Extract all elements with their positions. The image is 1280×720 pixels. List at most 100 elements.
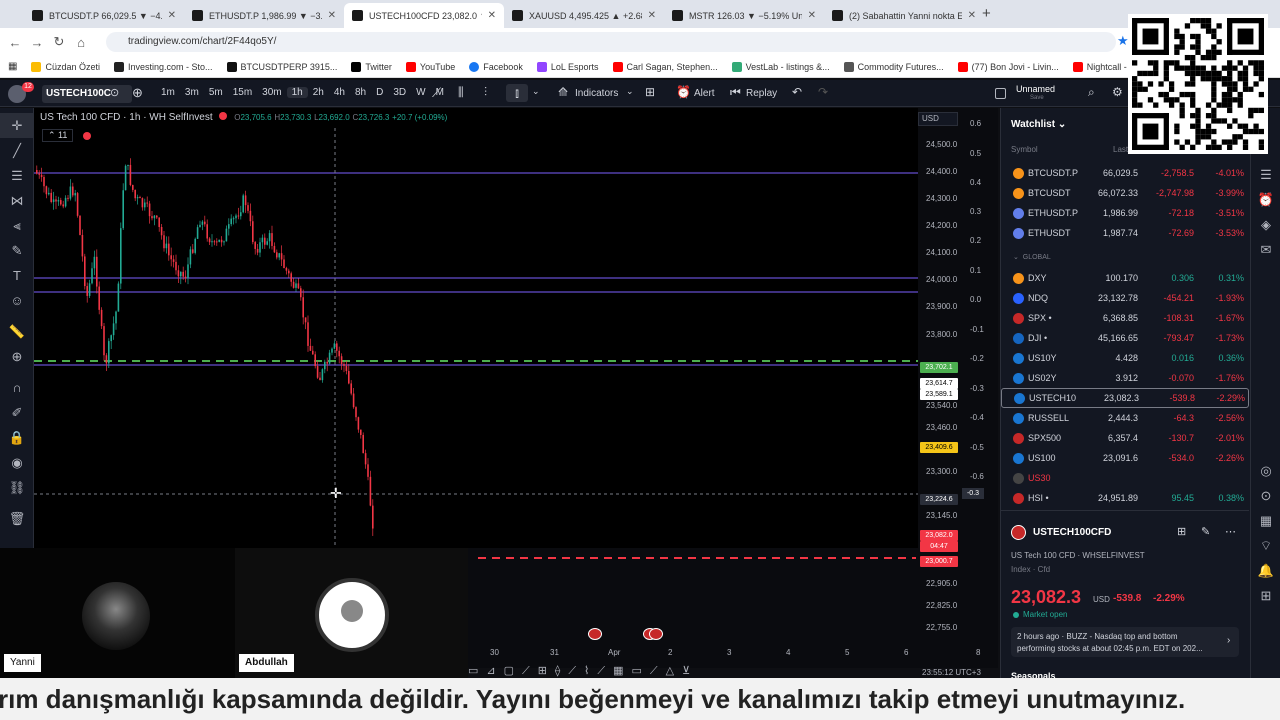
currency-selector[interactable]: USD bbox=[918, 112, 958, 126]
text-icon[interactable]: T bbox=[0, 263, 34, 288]
chevron-down-icon[interactable]: ⌄ bbox=[626, 86, 634, 97]
emoji-icon[interactable]: ☺ bbox=[0, 288, 34, 313]
feed-icon[interactable]: ⌔ bbox=[1251, 533, 1280, 558]
bottom-drawing-tools[interactable]: ▭⊿▢⟋⊞⟠⟋⌇⟋▦▭⟋△⊻ bbox=[468, 664, 918, 678]
close-icon[interactable]: ✕ bbox=[328, 10, 336, 21]
candles-icon[interactable]: ⫶ bbox=[484, 85, 487, 100]
layout-save-status[interactable]: Save bbox=[1030, 95, 1044, 101]
grid-icon[interactable]: ⊞ bbox=[1177, 525, 1186, 538]
gear-icon[interactable]: ⚙ bbox=[1112, 85, 1123, 99]
interval-3d[interactable]: 3D bbox=[388, 87, 411, 98]
indicators-collapse[interactable]: ⌃ 11 bbox=[42, 129, 74, 142]
bookmark[interactable]: Facebook bbox=[469, 61, 523, 72]
close-icon[interactable]: ✕ bbox=[808, 10, 816, 21]
fib-icon[interactable]: ☰ bbox=[0, 163, 34, 188]
watchlist-row[interactable]: BTCUSDT.P 66,029.5 -2,758.5 -4.01% bbox=[1001, 163, 1249, 183]
new-tab-button[interactable]: + bbox=[982, 5, 991, 22]
detail-symbol[interactable]: USTECH100CFD bbox=[1033, 527, 1111, 538]
eye-icon[interactable]: ◉ bbox=[0, 450, 34, 475]
news-item[interactable]: 2 hours ago · BUZZ - Nasdaq top and bott… bbox=[1011, 627, 1239, 657]
bookmark[interactable]: Twitter bbox=[351, 61, 392, 72]
interval-8h[interactable]: 8h bbox=[350, 87, 371, 98]
watchlist-icon[interactable]: ☰ bbox=[1251, 162, 1280, 187]
interval-1h[interactable]: 1h bbox=[286, 87, 308, 98]
interval-d[interactable]: D bbox=[371, 87, 388, 98]
price-axis[interactable]: USD 24,500.0 24,400.0 24,300.0 24,200.0 24,1… bbox=[918, 108, 960, 668]
ruler-icon[interactable]: 📏 bbox=[0, 319, 34, 344]
interval-1m[interactable]: 1m bbox=[156, 87, 180, 98]
browser-tab-active[interactable]: USTECH100CFD 23,082.0 ▼ −2...✕ bbox=[344, 3, 504, 28]
watchlist-row[interactable]: US10Y 4.428 0.016 0.36% bbox=[1001, 348, 1249, 368]
close-icon[interactable]: ✕ bbox=[648, 10, 656, 21]
redo-icon[interactable]: ↷ bbox=[818, 85, 828, 99]
forward-icon[interactable]: → bbox=[26, 35, 48, 50]
bookmark[interactable]: LoL Esports bbox=[536, 61, 599, 72]
watchlist-row[interactable]: DXY 100.170 0.306 0.31% bbox=[1001, 268, 1249, 288]
col-last[interactable]: Last bbox=[1113, 145, 1128, 154]
chevron-down-icon[interactable]: ⌄ bbox=[532, 86, 540, 97]
layouts-icon[interactable]: ⊞ bbox=[645, 85, 655, 99]
more-icon[interactable]: ⋯ bbox=[1225, 525, 1236, 538]
trash-icon[interactable]: 🗑 bbox=[0, 506, 34, 531]
watchlist-row[interactable]: BTCUSDT 66,072.33 -2,747.98 -3.99% bbox=[1001, 183, 1249, 203]
apps-icon[interactable]: ⊞ bbox=[1251, 583, 1280, 608]
col-symbol[interactable]: Symbol bbox=[1011, 145, 1038, 154]
chat-icon[interactable]: ✉ bbox=[1251, 237, 1280, 262]
back-icon[interactable]: ← bbox=[4, 35, 26, 50]
browser-tab[interactable]: BTCUSDT.P 66,029.5 ▼ −4.01%✕ bbox=[24, 3, 184, 28]
bookmark[interactable]: VestLab - listings &... bbox=[731, 61, 830, 72]
browser-tab[interactable]: (2) Sabahattin Yanni nokta Eteh...✕ bbox=[824, 3, 984, 28]
crosshair-icon[interactable]: ✛ bbox=[0, 113, 34, 138]
us-flag-icon[interactable] bbox=[588, 628, 602, 640]
calendar-icon[interactable]: ▦ bbox=[1251, 508, 1280, 533]
chart-type-icon[interactable]: ⫾ bbox=[506, 84, 528, 102]
watchlist-row[interactable]: USTECH10 23,082.3 -539.8 -2.29% bbox=[1001, 388, 1249, 408]
reload-icon[interactable]: ↻ bbox=[48, 34, 70, 50]
watchlist-row[interactable]: RUSSELL 2,444.3 -64.3 -2.56% bbox=[1001, 408, 1249, 428]
bar-chart-icon[interactable]: ⫼ bbox=[458, 85, 464, 100]
edit-icon[interactable]: ✎ bbox=[1201, 525, 1210, 538]
watchlist-row[interactable]: SPX500 6,357.4 -130.7 -2.01% bbox=[1001, 428, 1249, 448]
interval-3m[interactable]: 3m bbox=[180, 87, 204, 98]
forecast-icon[interactable]: ⫷ bbox=[0, 213, 34, 238]
add-symbol-icon[interactable]: ⊕ bbox=[132, 85, 143, 101]
lock-icon[interactable]: 🔒 bbox=[0, 425, 34, 450]
indicators-button[interactable]: Indicators bbox=[575, 88, 618, 99]
layers-icon[interactable]: ◈ bbox=[1251, 212, 1280, 237]
undo-icon[interactable]: ↶ bbox=[792, 85, 802, 99]
bell-icon[interactable]: 🔔 bbox=[1251, 558, 1280, 583]
alerts-icon[interactable]: ⏰ bbox=[1251, 187, 1280, 212]
browser-tab[interactable]: MSTR 126.03 ▼ −5.19% Unnam...✕ bbox=[664, 3, 824, 28]
interval-2h[interactable]: 2h bbox=[308, 87, 329, 98]
bookmark[interactable]: YouTube bbox=[405, 61, 455, 72]
line-chart-icon[interactable]: ⟋ bbox=[432, 85, 441, 101]
bookmark[interactable]: Carl Sagan, Stephen... bbox=[612, 61, 718, 72]
watchlist-row[interactable]: US30 bbox=[1001, 468, 1249, 488]
pattern-icon[interactable]: ⋈ bbox=[0, 188, 34, 213]
bookmark[interactable]: Commodity Futures... bbox=[843, 61, 944, 72]
close-icon[interactable]: ✕ bbox=[488, 10, 496, 21]
interval-4h[interactable]: 4h bbox=[329, 87, 350, 98]
bookmark[interactable]: Cüzdan Özeti bbox=[31, 61, 100, 72]
link-icon[interactable]: ⛓ bbox=[0, 475, 34, 500]
section-global[interactable]: ⌄ GLOBAL bbox=[1013, 253, 1051, 261]
price-chart[interactable]: ✛ US Tech 100 CFD · 1h · WH SelfInvest O… bbox=[34, 108, 960, 548]
close-icon[interactable]: ✕ bbox=[968, 10, 976, 21]
percent-axis[interactable]: 0.6 0.5 0.4 0.3 0.2 0.1 0.0 -0.1 -0.2 -0.3 -0.4 -0.… bbox=[960, 108, 998, 668]
watchlist-row[interactable]: US100 23,091.6 -534.0 -2.26% bbox=[1001, 448, 1249, 468]
us-flag-icon[interactable] bbox=[649, 628, 663, 640]
bookmark[interactable]: Investing.com - Sto... bbox=[113, 61, 213, 72]
star-icon[interactable]: ★ bbox=[1117, 33, 1129, 49]
apps-icon[interactable]: ▦ bbox=[8, 61, 17, 72]
interval-30m[interactable]: 30m bbox=[257, 87, 286, 98]
watchlist-row[interactable]: US02Y 3.912 -0.070 -1.76% bbox=[1001, 368, 1249, 388]
watchlist-row[interactable]: SPX • 6,368.85 -108.31 -1.67% bbox=[1001, 308, 1249, 328]
close-icon[interactable]: ✕ bbox=[168, 10, 176, 21]
bookmark[interactable]: BTCUSDTPERP 3915... bbox=[226, 61, 337, 72]
alert-button[interactable]: Alert bbox=[694, 88, 715, 99]
layout-name[interactable]: Unnamed bbox=[1016, 84, 1055, 94]
time-axis[interactable]: 30 31 Apr 2 3 4 5 6 8 bbox=[468, 644, 988, 662]
interval-w[interactable]: W bbox=[411, 87, 430, 98]
replay-button[interactable]: Replay bbox=[746, 88, 777, 99]
compare-icon[interactable]: ⊙ bbox=[110, 86, 119, 99]
